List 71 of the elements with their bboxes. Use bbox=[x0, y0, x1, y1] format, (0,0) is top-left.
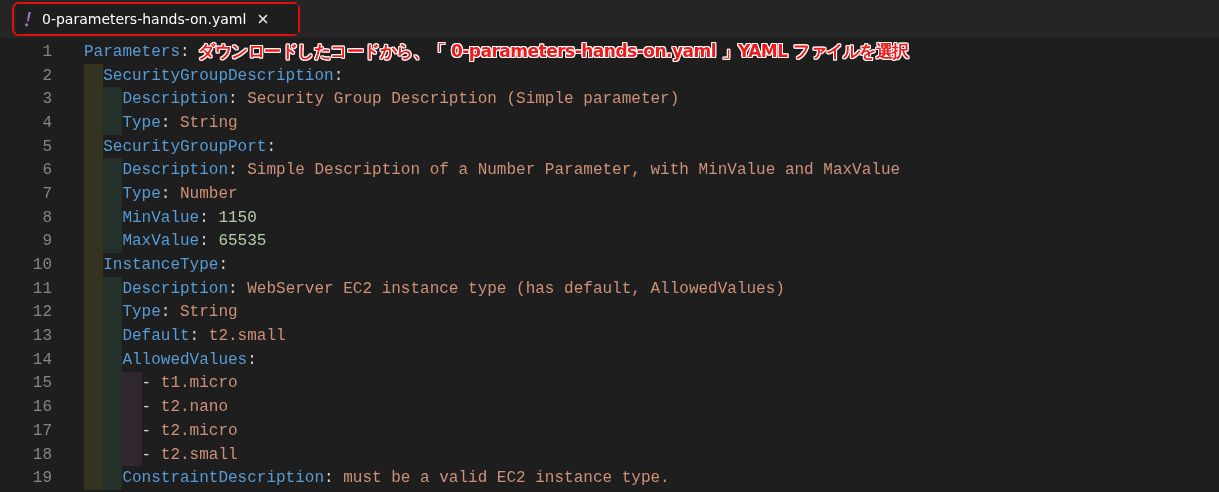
yaml-value: Security Group Description (Simple parameter) bbox=[247, 90, 680, 109]
yaml-key: ConstraintDescription bbox=[122, 469, 324, 488]
file-tab[interactable]: 0-parameters-hands-on.yaml bbox=[16, 4, 299, 34]
yaml-value: t2.small bbox=[160, 445, 238, 464]
yaml-key: Description bbox=[122, 279, 228, 298]
colon: : bbox=[199, 232, 209, 251]
colon: : bbox=[180, 42, 190, 61]
colon: : bbox=[160, 113, 171, 132]
list-dash: - bbox=[141, 445, 152, 464]
yaml-key: Parameters bbox=[84, 42, 180, 61]
colon: : bbox=[199, 208, 209, 227]
colon: : bbox=[228, 90, 238, 109]
yaml-key: InstanceType bbox=[103, 256, 219, 275]
colon: : bbox=[218, 256, 228, 275]
yaml-value: String bbox=[180, 113, 238, 132]
line-number: 4 bbox=[41, 113, 52, 132]
line-number: 14 bbox=[31, 350, 52, 369]
line-number: 13 bbox=[31, 327, 52, 346]
colon: : bbox=[160, 303, 171, 322]
line-number: 9 bbox=[41, 232, 52, 251]
line-number: 16 bbox=[31, 398, 52, 417]
line-number: 1 bbox=[41, 42, 52, 61]
yaml-key: SecurityGroupDescription bbox=[103, 66, 334, 85]
line-number: 2 bbox=[41, 66, 52, 85]
yaml-key: SecurityGroupPort bbox=[103, 137, 267, 156]
yaml-key: AllowedValues bbox=[122, 350, 248, 369]
yaml-key: Default bbox=[122, 327, 190, 346]
line-number: 3 bbox=[41, 90, 52, 109]
yaml-key: Description bbox=[122, 161, 228, 180]
yaml-key: MinValue bbox=[122, 208, 200, 227]
yaml-value: WebServer EC2 instance type (has default, AllowedValues) bbox=[247, 279, 785, 298]
colon: : bbox=[333, 66, 344, 85]
line-number: 5 bbox=[41, 137, 52, 156]
yaml-key: MaxValue bbox=[122, 232, 200, 251]
yaml-value: must be a valid EC2 instance type. bbox=[343, 469, 670, 488]
yaml-value: Simple Description of a Number Parameter, with MinValue and MaxValue bbox=[247, 161, 901, 180]
list-dash: - bbox=[141, 374, 152, 393]
yaml-value: Number bbox=[180, 184, 238, 203]
yaml-value: 65535 bbox=[218, 232, 267, 251]
line-number: 17 bbox=[31, 421, 52, 440]
yaml-value: t1.micro bbox=[160, 374, 238, 393]
line-number: 11 bbox=[31, 279, 52, 298]
line-number: 19 bbox=[31, 469, 52, 488]
line-number: 12 bbox=[31, 303, 52, 322]
colon: : bbox=[266, 137, 277, 156]
colon: : bbox=[324, 469, 334, 488]
line-number: 18 bbox=[31, 445, 52, 464]
line-number: 10 bbox=[31, 256, 52, 275]
tab-label: 0-parameters-hands-on.yaml bbox=[42, 11, 247, 27]
line-number: 6 bbox=[41, 161, 52, 180]
list-dash: - bbox=[141, 421, 152, 440]
yaml-value: t2.micro bbox=[160, 421, 238, 440]
line-number: 7 bbox=[41, 184, 52, 203]
list-dash: - bbox=[141, 398, 152, 417]
yaml-key: Type bbox=[122, 303, 161, 322]
colon: : bbox=[247, 350, 257, 369]
colon: : bbox=[228, 279, 238, 298]
yaml-key: Type bbox=[122, 184, 161, 203]
line-number: 8 bbox=[41, 208, 52, 227]
exclamation-icon bbox=[24, 11, 32, 27]
line-number: 15 bbox=[31, 374, 52, 393]
yaml-value: t2.small bbox=[208, 327, 286, 346]
yaml-key: Description bbox=[122, 90, 228, 109]
annotation-text: ダウンロードしたコードから、「 0-parameters-hands-on.yaml 」YAML ファイルを選択 bbox=[198, 40, 909, 63]
yaml-value: t2.nano bbox=[160, 398, 228, 417]
colon: : bbox=[189, 327, 200, 346]
colon: : bbox=[160, 184, 171, 203]
yaml-value: 1150 bbox=[218, 208, 257, 227]
colon: : bbox=[228, 161, 238, 180]
yaml-value: String bbox=[180, 303, 238, 322]
yaml-key: Type bbox=[122, 113, 161, 132]
